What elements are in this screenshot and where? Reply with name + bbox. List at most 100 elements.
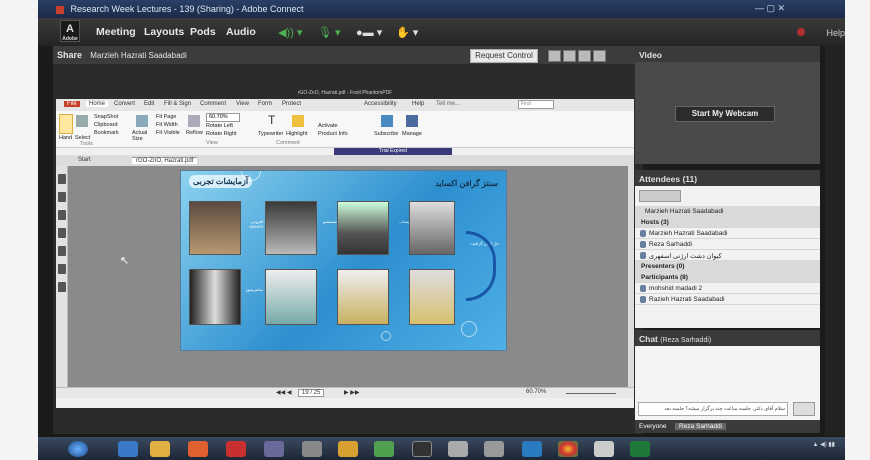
tab-convert[interactable]: Convert [114,101,135,107]
microphone-icon[interactable]: 🎙 ▾ [318,26,341,39]
prev-page-icon[interactable]: ◀◀ ◀ [276,389,292,396]
app-icon[interactable] [522,441,542,457]
opera-icon[interactable] [226,441,246,457]
doc-tab-start[interactable]: Start [78,157,91,163]
app-icon [56,5,64,14]
list-item[interactable]: mohshid madadi 2 [635,283,820,294]
menu-layouts[interactable]: Layouts [144,26,184,38]
product-info-button[interactable]: Product Info [318,131,348,137]
zoom-slider[interactable] [566,393,616,394]
media-player-icon[interactable] [188,441,208,457]
participants-section[interactable]: Participants (8) [635,272,820,283]
actual-size-icon[interactable] [136,115,148,127]
fullscreen-icon[interactable] [563,50,576,62]
hand-tool-icon[interactable] [59,114,73,134]
webcam-icon[interactable]: ●▬ ▾ [356,26,382,39]
vertical-scrollbar[interactable] [628,166,634,387]
tab-comment[interactable]: Comment [200,101,226,107]
select-icon[interactable] [76,115,88,127]
chat-input[interactable]: سلام آقای دکتر، جلسه ساعت چند برگزار میش… [638,402,788,416]
comments-panel-icon[interactable] [58,210,66,220]
tab-home[interactable]: Home [86,101,109,107]
activate-button[interactable]: Activate [318,123,338,129]
excel-icon[interactable] [630,441,650,457]
typewriter-icon[interactable]: T [268,113,280,127]
hosts-section[interactable]: Hosts (3) [635,217,820,228]
speaker-icon[interactable]: ◀)) ▾ [278,26,302,39]
fit-page-button[interactable]: Fit Page [156,114,176,120]
menu-meeting[interactable]: Meeting [96,26,136,38]
list-item[interactable]: Razieh Hazrati Saadabadi [635,294,820,305]
presenters-section[interactable]: Presenters (0) [635,261,820,272]
tools-panel-icon[interactable] [58,282,66,292]
app-icon[interactable] [302,441,322,457]
fit-visible-button[interactable]: Fit Visible [156,130,180,136]
menu-pods[interactable]: Pods [190,26,216,38]
help-menu[interactable]: Help [826,28,845,38]
page-number-field[interactable]: 19 / 25 [298,389,325,397]
ie-icon[interactable] [118,441,138,457]
pages-panel-icon[interactable] [58,192,66,202]
bookmark-button[interactable]: Bookmark [94,130,119,136]
status-zoom[interactable]: 60.70% [526,389,546,395]
tell-me-input[interactable]: Tell me... [436,101,460,107]
slide-title-right: سنتز گرافن اکساید [435,179,498,188]
app-icon[interactable] [448,441,468,457]
next-page-icon[interactable]: ▶ ▶▶ [344,389,360,396]
list-item[interactable]: Reza Sarhaddi [635,239,820,250]
record-icon[interactable] [797,28,805,36]
window-controls[interactable]: — ▢ ✕ [755,3,785,14]
tab-help[interactable]: Help [412,101,424,107]
tab-file[interactable]: File [64,101,80,107]
rotate-right-button[interactable]: Rotate Right [206,131,237,137]
snapshot-button[interactable]: SnapShot [94,114,118,120]
fit-icon[interactable] [578,50,591,62]
tab-view[interactable]: View [236,101,249,107]
list-item[interactable]: کیوان دشت ارژنی اسفهری [635,250,820,261]
layout-icon[interactable] [548,50,561,62]
chrome-icon[interactable] [558,441,578,457]
find-input[interactable]: Find [518,100,554,109]
list-item[interactable]: Marzieh Hazrati Saadabadi [635,228,820,239]
system-tray[interactable]: ▲ ◀) ▮▮ [813,441,836,448]
start-webcam-button[interactable]: Start My Webcam [675,106,775,122]
chat-tab-everyone[interactable]: Everyone [639,423,666,430]
explorer-icon[interactable] [150,441,170,457]
host-icon [640,252,646,259]
highlight-icon[interactable] [292,115,304,127]
attendee-view-toggles[interactable] [639,190,681,202]
app-icon[interactable] [374,441,394,457]
subscribe-icon[interactable] [381,115,393,127]
reflow-icon[interactable] [188,115,200,127]
rotate-left-button[interactable]: Rotate Left [206,123,233,129]
attachments-panel-icon[interactable] [58,246,66,256]
tab-edit[interactable]: Edit [144,101,154,107]
manage-icon[interactable] [406,115,418,127]
request-control-button[interactable]: Request Control [470,49,538,63]
tab-fill-sign[interactable]: Fill & Sign [164,101,191,107]
doc-tab-pdf[interactable]: rGO-ZnO, Hazrati.pdf [132,157,198,164]
menu-audio[interactable]: Audio [226,26,256,38]
attendees-pod: Attendees (11) Marzieh Hazrati Saadabadi… [635,170,820,328]
tab-protect[interactable]: Protect [282,101,301,107]
raise-hand-icon[interactable]: ✋ ▾ [396,26,418,39]
app-icon[interactable] [484,441,504,457]
send-message-icon[interactable] [793,402,815,416]
zoom-field[interactable]: 60.70% [206,113,240,122]
slide-title-left: آزمایشات تجربی [189,175,253,188]
clipboard-button[interactable]: Clipboard [94,122,118,128]
bookmark-panel-icon[interactable] [58,174,66,184]
app-icon[interactable] [594,441,614,457]
layers-panel-icon[interactable] [58,228,66,238]
chat-tab-private[interactable]: Reza Sarhaddi [675,423,726,430]
tab-accessibility[interactable]: Accessibility [364,101,397,107]
start-button-icon[interactable] [68,441,88,457]
signature-panel-icon[interactable] [58,264,66,274]
folder-icon[interactable] [338,441,358,457]
pod-menu-icon[interactable] [593,50,606,62]
cmd-icon[interactable] [412,441,432,457]
fit-width-button[interactable]: Fit Width [156,122,178,128]
photo-beaker [337,201,389,255]
tab-form[interactable]: Form [258,101,272,107]
mail-icon[interactable] [264,441,284,457]
